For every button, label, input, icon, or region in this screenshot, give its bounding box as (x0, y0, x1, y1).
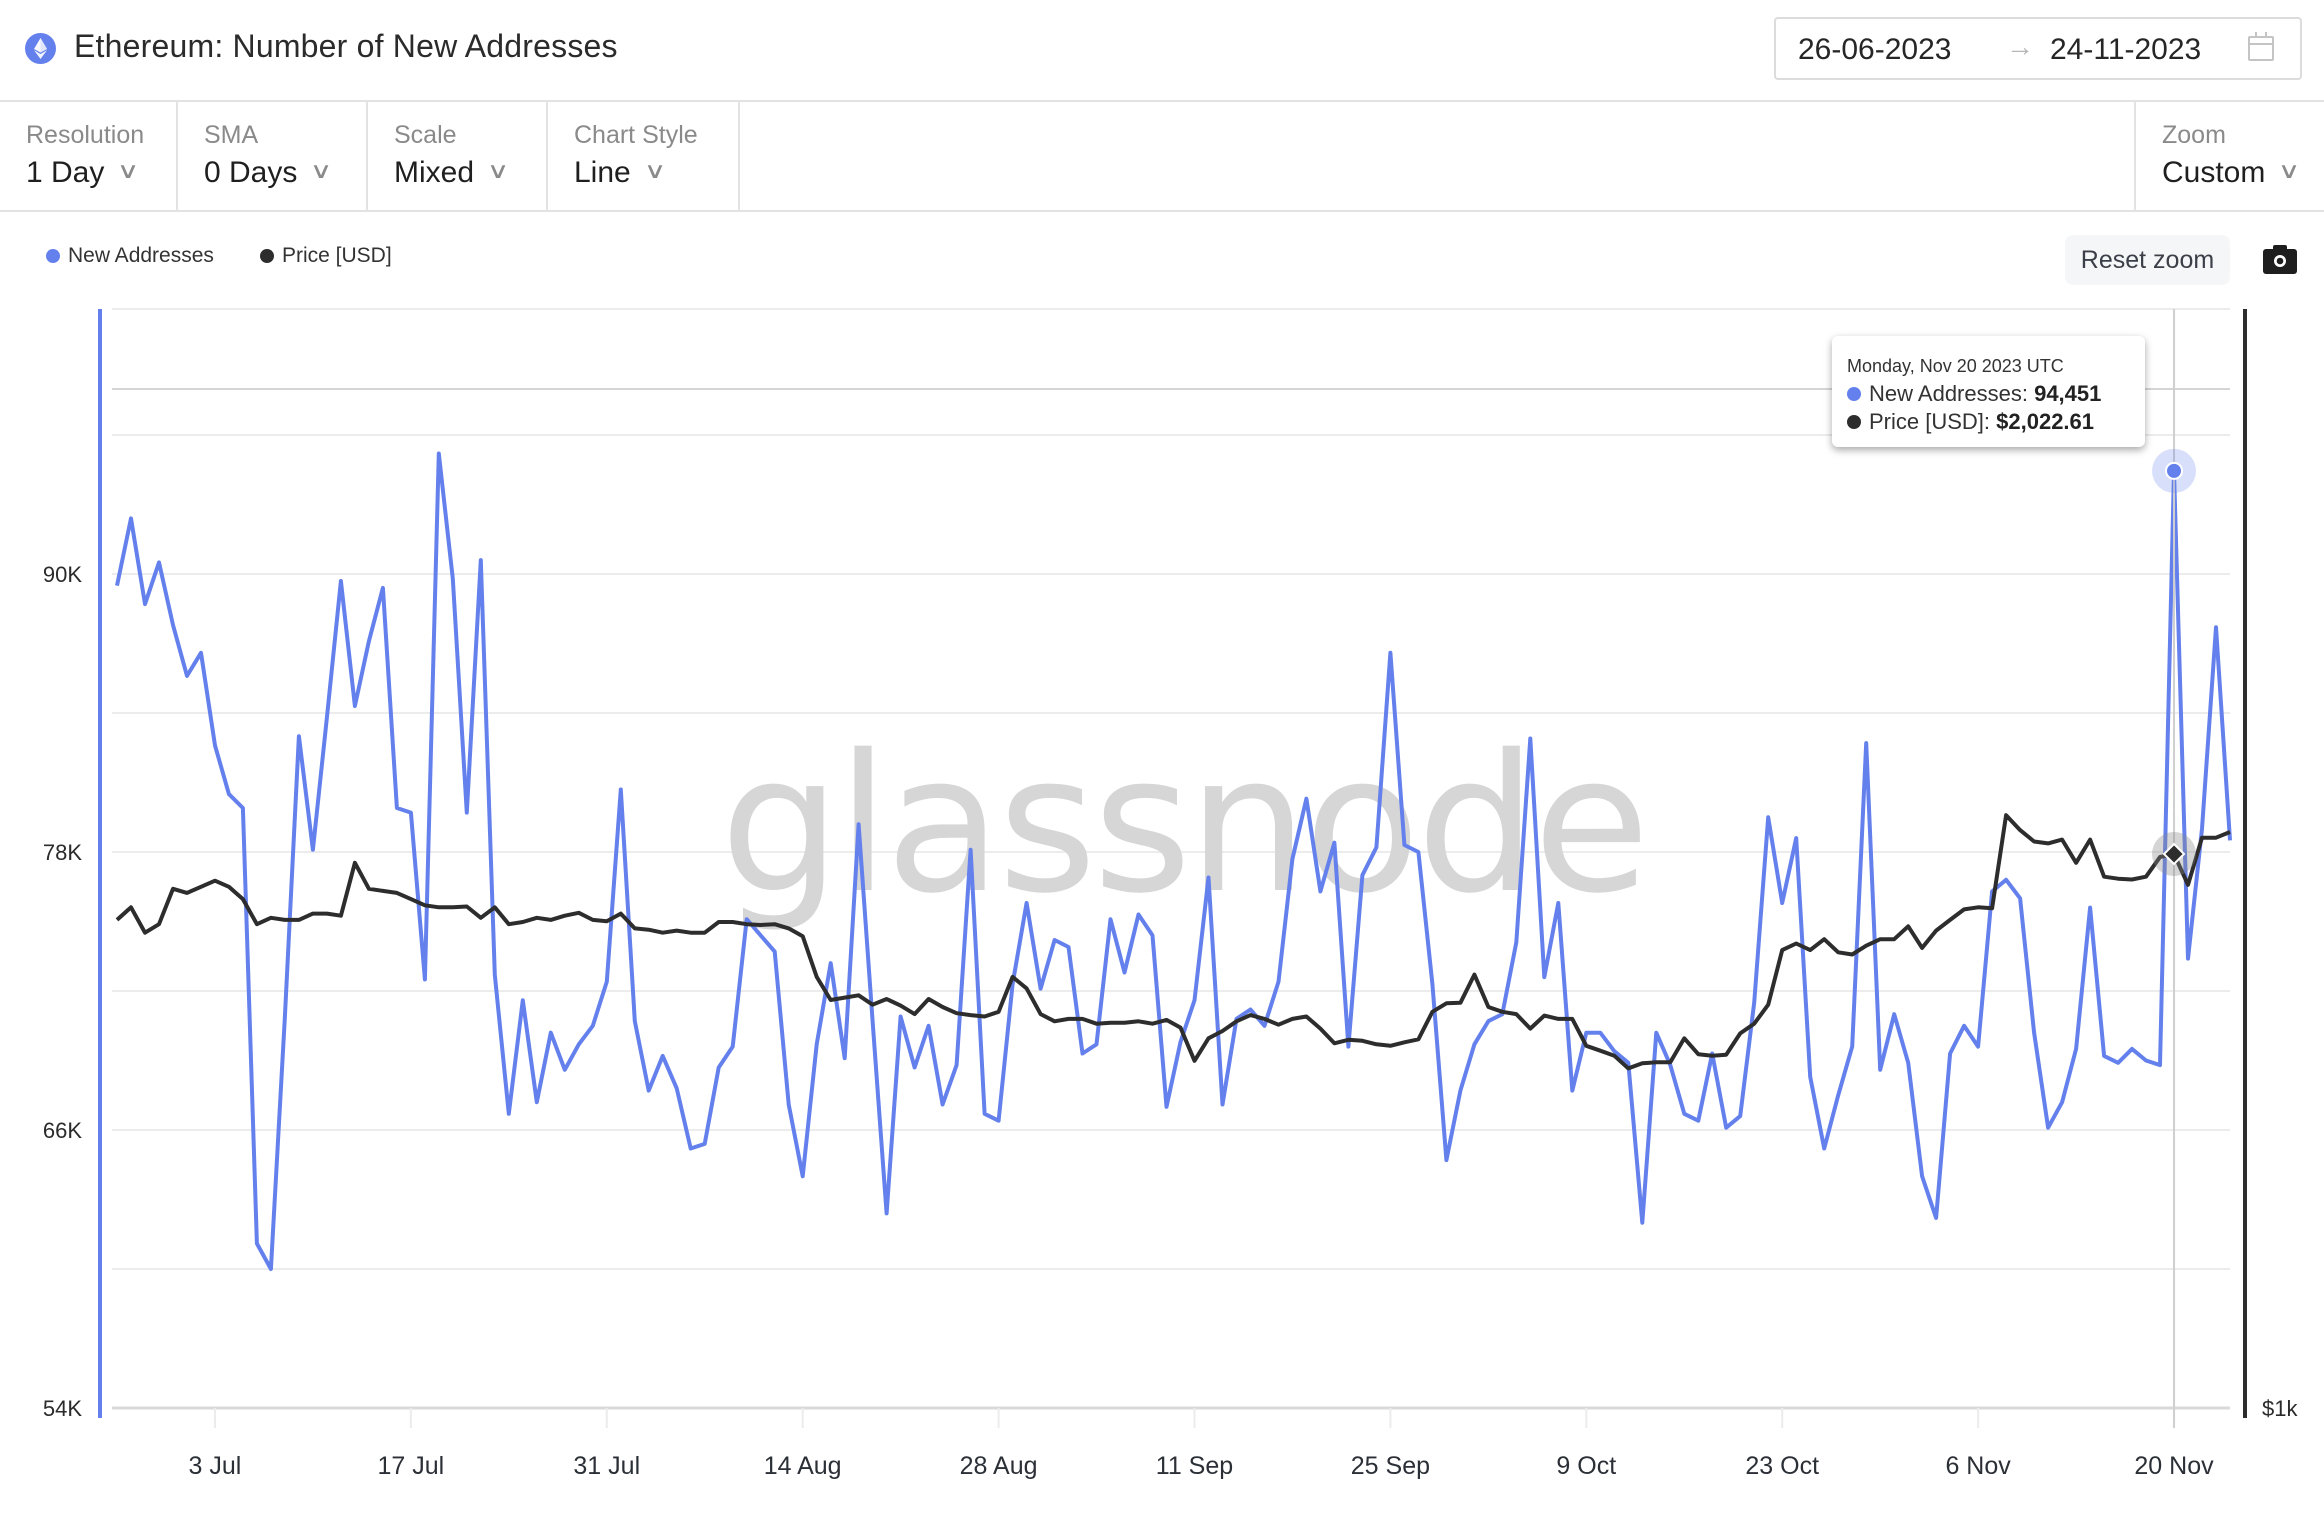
y-tick-label: 54K (43, 1396, 82, 1421)
tooltip-value: $2,022.61 (1996, 409, 2095, 434)
resolution-value: 1 Day (26, 156, 105, 189)
date-end-input[interactable]: 24-11-2023 (2050, 33, 2201, 67)
tooltip-row-new-addresses: New Addresses: 94,451 (1847, 381, 2101, 407)
page-header: Ethereum: Number of New Addresses 26-06-… (0, 0, 2324, 102)
page-title: Ethereum: Number of New Addresses (74, 28, 618, 64)
tooltip-dot (1847, 415, 1861, 429)
x-tick-label: 28 Aug (960, 1452, 1038, 1480)
x-tick-label: 9 Oct (1556, 1452, 1616, 1480)
legend-item-new-addresses[interactable]: New Addresses (46, 244, 214, 268)
chart-tooltip: Monday, Nov 20 2023 UTC New Addresses: 9… (1832, 336, 2145, 447)
chart-style-value: Line (574, 156, 631, 189)
zoom-label: Zoom (2162, 121, 2226, 149)
chevron-down-icon: ∨ (310, 158, 333, 183)
y-tick-label: 66K (43, 1118, 82, 1143)
date-range-picker[interactable]: 26-06-2023 → 24-11-2023 (1774, 17, 2302, 80)
chevron-down-icon: ∨ (117, 158, 140, 183)
x-tick-label: 25 Sep (1351, 1452, 1430, 1480)
x-tick-label: 6 Nov (1945, 1452, 2011, 1480)
hover-marker-new-addresses (2165, 461, 2184, 480)
sma-value: 0 Days (204, 156, 298, 189)
reset-zoom-button[interactable]: Reset zoom (2065, 235, 2230, 285)
legend-dot-new-addresses (46, 249, 60, 263)
resolution-select[interactable]: Resolution 1 Day ∨ (0, 102, 178, 212)
legend-dot-price (260, 249, 274, 263)
y-axis-right: $1k (2243, 309, 2298, 1421)
x-tick-label: 14 Aug (764, 1452, 842, 1480)
tooltip-label: New Addresses: (1869, 381, 2035, 406)
chart-toolbar: Resolution 1 Day ∨ SMA 0 Days ∨ Scale Mixe… (0, 102, 2324, 212)
camera-icon[interactable] (2263, 244, 2297, 274)
chart-style-select[interactable]: Chart Style Line ∨ (548, 102, 740, 212)
x-tick-label: 23 Oct (1745, 1452, 1819, 1480)
tooltip-label: Price [USD]: (1869, 409, 1997, 434)
legend-item-price[interactable]: Price [USD] (260, 244, 392, 268)
calendar-icon[interactable] (2248, 32, 2274, 61)
sma-select[interactable]: SMA 0 Days ∨ (178, 102, 368, 212)
sma-label: SMA (204, 121, 259, 149)
chevron-down-icon: ∨ (643, 158, 667, 183)
chart-area[interactable]: glassnode 54K66K78K90K $1k 3 Jul 17 Jul 31… (0, 295, 2324, 1514)
tooltip-date: Monday, Nov 20 2023 UTC (1847, 356, 2064, 376)
resolution-label: Resolution (26, 121, 145, 149)
chevron-down-icon: ∨ (2278, 158, 2301, 183)
x-tick-label: 3 Jul (189, 1452, 242, 1480)
x-tick-label: 17 Jul (378, 1452, 445, 1480)
zoom-select[interactable]: Zoom Custom ∨ (2134, 102, 2324, 212)
hover-marker-group (2152, 309, 2197, 1428)
x-tick-label: 31 Jul (573, 1452, 640, 1480)
scale-value: Mixed (394, 156, 475, 189)
x-tick-label: 11 Sep (1156, 1452, 1233, 1480)
x-tick-label: 20 Nov (2134, 1452, 2214, 1480)
legend-label: Price [USD] (282, 244, 392, 267)
scale-select[interactable]: Scale Mixed ∨ (368, 102, 548, 212)
chevron-down-icon: ∨ (486, 158, 510, 183)
y-tick-label: $1k (2262, 1396, 2298, 1421)
y-tick-label: 78K (43, 840, 82, 865)
zoom-value: Custom (2162, 156, 2266, 189)
y-tick-label: 90K (43, 562, 82, 587)
chart-style-label: Chart Style (574, 121, 698, 149)
x-axis: 3 Jul 17 Jul 31 Jul 14 Aug 28 Aug 11 Sep 25 Se… (189, 1408, 2214, 1480)
date-start-input[interactable]: 26-06-2023 (1798, 33, 1951, 67)
ethereum-icon (25, 33, 56, 64)
tooltip-value: 94,451 (2034, 381, 2102, 406)
legend-label: New Addresses (68, 244, 214, 267)
y-axis-left: 54K 66K 78K 90K (43, 309, 102, 1421)
tooltip-row-price: Price [USD]: $2,022.61 (1847, 409, 2094, 435)
scale-label: Scale (394, 121, 457, 149)
arrow-right-icon: → (2006, 31, 2034, 62)
tooltip-dot (1847, 387, 1861, 401)
